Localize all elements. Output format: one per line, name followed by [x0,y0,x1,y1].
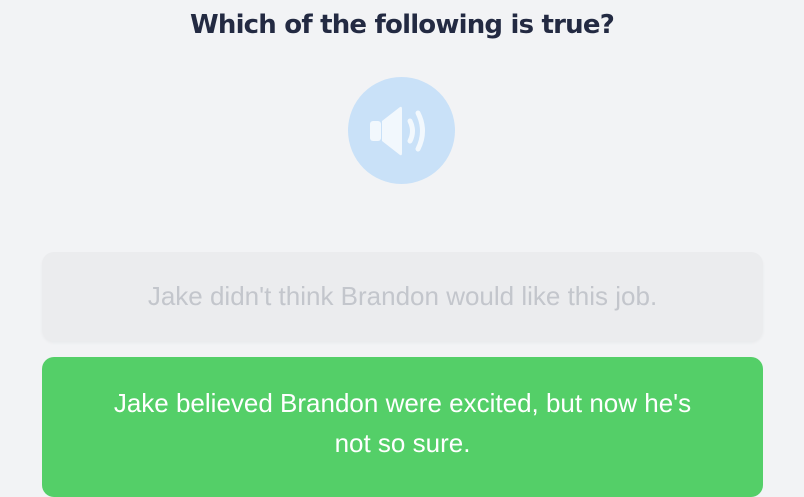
answer-option-1[interactable]: Jake didn't think Brandon would like thi… [42,252,763,341]
play-audio-button[interactable] [348,77,455,184]
answer-option-2[interactable]: Jake believed Brandon were excited, but … [42,357,763,497]
answer-option-2-text: Jake believed Brandon were excited, but … [113,388,692,458]
answer-option-1-text: Jake didn't think Brandon would like thi… [147,281,658,311]
speaker-icon [370,106,425,156]
question-title: Which of the following is true? [189,10,615,40]
